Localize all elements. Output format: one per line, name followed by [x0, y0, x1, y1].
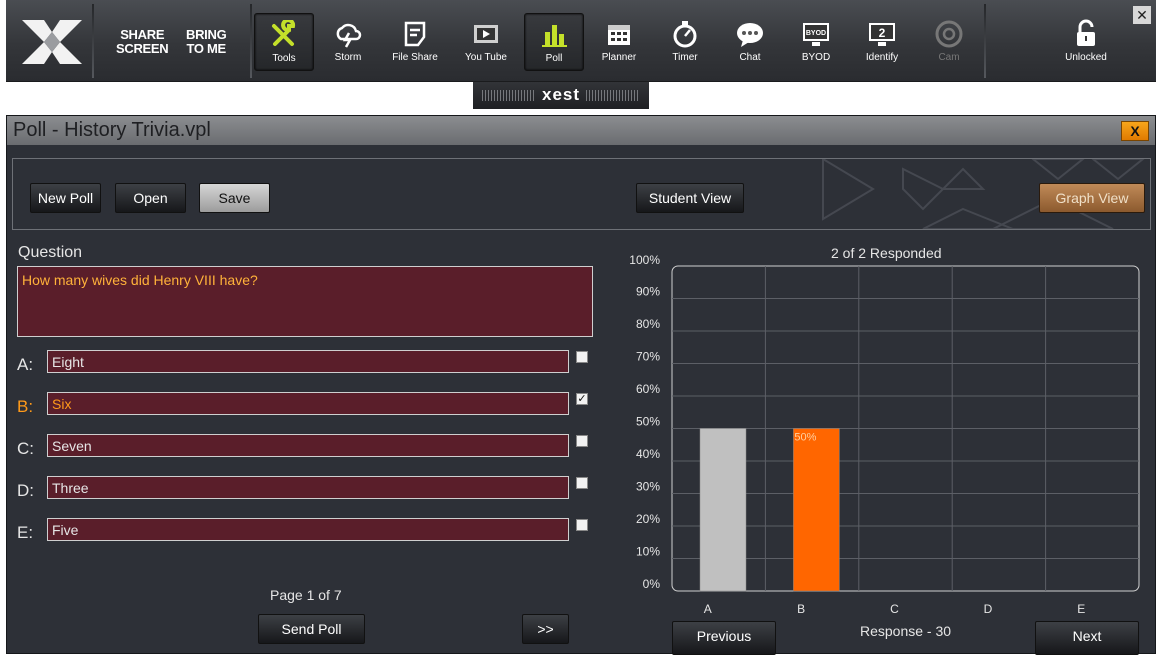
cam-label: Cam	[938, 52, 960, 63]
storm-button[interactable]: Storm	[318, 13, 378, 71]
file-share-label: File Share	[392, 52, 438, 63]
stopwatch-icon	[673, 21, 697, 48]
youtube-label: You Tube	[465, 52, 507, 63]
bring-to-me-line1: BRING	[186, 27, 227, 42]
poll-label: Poll	[545, 53, 563, 64]
byod-monitor-icon: BYOD	[803, 23, 829, 46]
toolbar-close-button[interactable]: ✕	[1133, 6, 1151, 24]
chat-button[interactable]: Chat	[720, 13, 780, 71]
brand-label: xest	[541, 85, 581, 104]
identify-label: Identify	[865, 52, 899, 63]
timer-label: Timer	[672, 52, 698, 63]
cloud-lightning-icon	[336, 23, 362, 48]
byod-button[interactable]: BYOD BYOD	[786, 13, 846, 71]
unlocked-label: Unlocked	[1065, 52, 1107, 63]
lock-icon	[1077, 19, 1095, 46]
identify-monitor-icon: 2	[869, 23, 895, 46]
xest-brand-tab[interactable]: xest	[473, 82, 649, 109]
y-tick-label: 100%	[629, 253, 660, 267]
tools-label: Tools	[272, 53, 296, 64]
file-share-button[interactable]: File Share	[385, 13, 445, 71]
y-tick-label: 60%	[636, 382, 660, 396]
calendar-icon	[608, 25, 630, 45]
x-tick-label: B	[797, 602, 805, 616]
poll-window: Poll - History Trivia.vpl X New Poll Ope…	[6, 115, 1156, 655]
bar-chart-icon	[542, 25, 567, 47]
bring-to-me-button[interactable]: BRING TO ME	[186, 27, 227, 56]
y-tick-label: 0%	[643, 577, 661, 591]
share-screen-line2: SCREEN	[116, 41, 169, 56]
x-tick-label: D	[984, 602, 993, 616]
youtube-icon	[474, 25, 498, 43]
data-label: 50%	[794, 432, 816, 444]
previous-button[interactable]: Previous	[672, 621, 776, 655]
planner-label: Planner	[601, 52, 637, 63]
byod-label: BYOD	[801, 52, 831, 63]
storm-label: Storm	[334, 52, 362, 63]
y-tick-label: 70%	[636, 350, 660, 364]
y-tick-label: 10%	[636, 545, 660, 559]
file-share-icon	[404, 21, 426, 47]
chat-bubble-icon	[737, 23, 763, 47]
cam-button[interactable]: Cam	[919, 13, 979, 71]
poll-results-chart: 0% 10% 20% 30% 40% 50% 60% 70% 80% 90% 100% A 50% B C D…	[629, 253, 1140, 616]
identify-button[interactable]: 2 Identify	[852, 13, 912, 71]
unlocked-button[interactable]: Unlocked	[1056, 13, 1116, 71]
y-tick-label: 20%	[636, 512, 660, 526]
main-toolbar: SHARE SCREEN BRING TO ME Tools Storm Fil…	[6, 0, 1156, 82]
y-tick-label: 50%	[636, 415, 660, 429]
x-tick-label: C	[890, 602, 899, 616]
svg-text:2: 2	[879, 26, 886, 40]
planner-button[interactable]: Planner	[589, 13, 649, 71]
svg-text:BYOD: BYOD	[806, 30, 826, 37]
timer-button[interactable]: Timer	[655, 13, 715, 71]
tools-button[interactable]: Tools	[254, 13, 314, 71]
next-button[interactable]: Next	[1035, 621, 1139, 655]
y-tick-label: 90%	[636, 285, 660, 299]
y-tick-label: 80%	[636, 317, 660, 331]
bar-b	[793, 428, 840, 592]
bring-to-me-line2: TO ME	[186, 41, 226, 56]
poll-button[interactable]: Poll	[524, 13, 584, 71]
share-screen-button[interactable]: SHARE SCREEN	[116, 27, 169, 56]
chat-label: Chat	[739, 52, 761, 63]
bar-a	[699, 428, 747, 592]
app-logo	[22, 20, 82, 64]
youtube-button[interactable]: You Tube	[456, 13, 516, 71]
share-screen-line1: SHARE	[120, 27, 165, 42]
wrench-screwdriver-icon	[272, 20, 296, 46]
response-indicator: Response - 30	[860, 623, 952, 639]
x-tick-label: A	[704, 602, 712, 616]
y-tick-label: 40%	[636, 447, 660, 461]
camera-icon	[935, 20, 963, 48]
y-tick-label: 30%	[636, 480, 660, 494]
x-tick-label: E	[1077, 602, 1085, 616]
